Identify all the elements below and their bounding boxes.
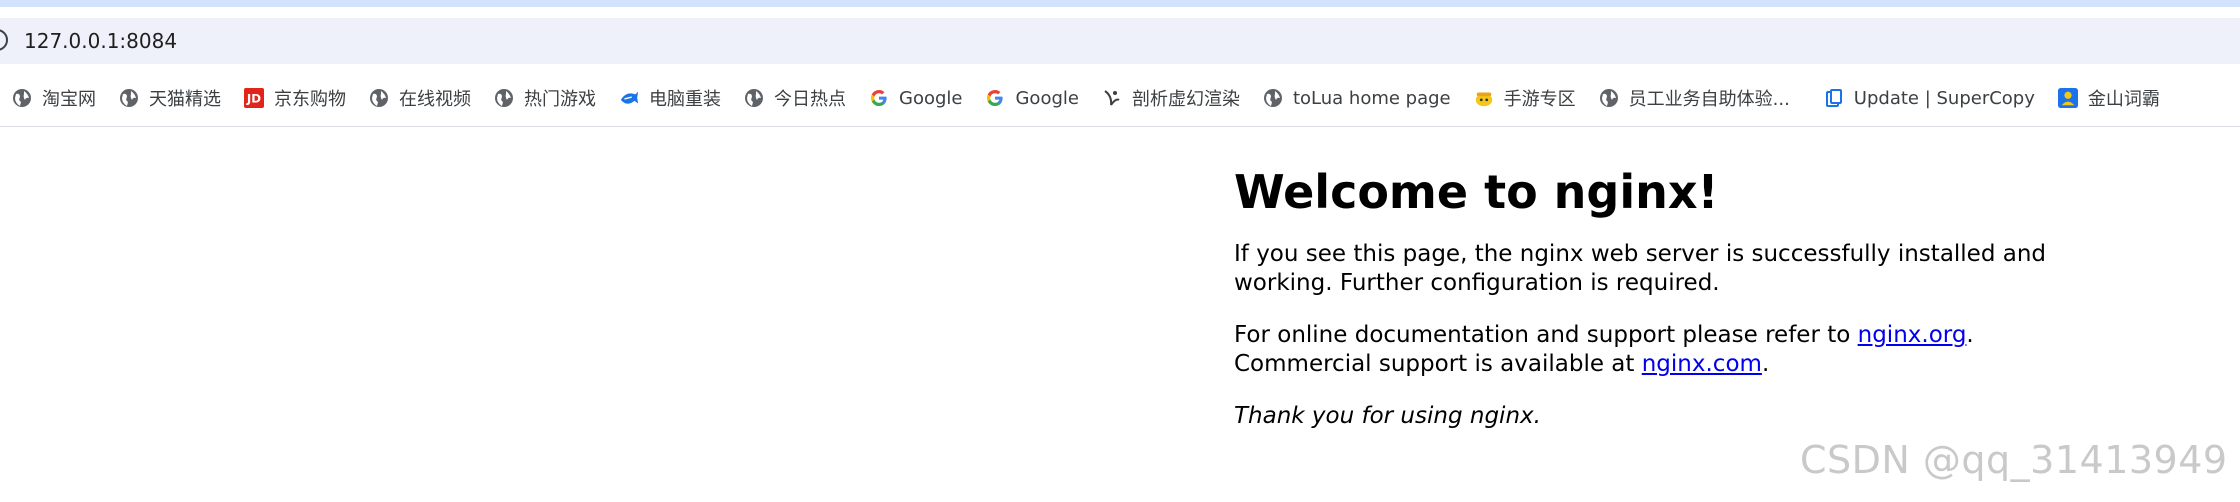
- globe-icon: [744, 88, 764, 108]
- document-icon: [1824, 88, 1844, 108]
- bookmark-google-1[interactable]: Google: [869, 78, 962, 118]
- mascot-icon: [1474, 88, 1494, 108]
- toolbar-divider: [0, 126, 2240, 127]
- bookmark-label: 在线视频: [399, 89, 471, 110]
- bookmark-tmall[interactable]: 天猫精选: [119, 78, 221, 118]
- commercial-period: .: [1761, 351, 1770, 377]
- globe-icon: [1599, 88, 1619, 108]
- thanks-paragraph: Thank you for using nginx.: [1234, 403, 1541, 429]
- fish-icon: [619, 88, 639, 108]
- page-content: Welcome to nginx! If you see this page, …: [1234, 158, 2234, 431]
- globe-icon: [119, 88, 139, 108]
- google-g-icon: [869, 88, 889, 108]
- bookmark-label: 今日热点: [774, 89, 846, 110]
- bookmark-unreal-rendering[interactable]: 剖析虚幻渲染: [1102, 78, 1240, 118]
- nginx-org-link[interactable]: nginx.org: [1858, 322, 1967, 348]
- commercial-text: Commercial support is available at: [1234, 351, 1642, 377]
- docs-period: .: [1966, 322, 1974, 348]
- globe-icon: [494, 88, 514, 108]
- bookmark-label: 电脑重装: [649, 89, 721, 110]
- bookmark-label: 天猫精选: [149, 89, 221, 110]
- globe-icon: [12, 88, 32, 108]
- bookmark-label: 京东购物: [274, 89, 346, 110]
- bookmark-label: 金山词霸: [2087, 89, 2160, 110]
- bookmarks-bar: 淘宝网 天猫精选 JD 京东购物 在线视频 热门游戏 电脑重装 今日热点 Goo…: [0, 78, 2240, 118]
- globe-icon: [369, 88, 389, 108]
- intro-paragraph: If you see this page, the nginx web serv…: [1234, 241, 2047, 296]
- page-title: Welcome to nginx!: [1234, 165, 1719, 219]
- browser-top-strip: [0, 0, 2240, 7]
- google-g-icon: [985, 88, 1005, 108]
- bookmark-label: Update | SuperCopy: [1853, 87, 2035, 109]
- bookmark-jd[interactable]: JD 京东购物: [244, 78, 346, 118]
- bookmark-taobao[interactable]: 淘宝网: [12, 78, 96, 118]
- bookmark-label: Google: [899, 87, 963, 109]
- url-text[interactable]: 127.0.0.1:8084: [24, 26, 177, 56]
- rocket-icon: [1102, 88, 1122, 108]
- bookmark-label: Google: [1015, 87, 1079, 109]
- bookmark-label: 员工业务自助体验...: [1628, 89, 1790, 110]
- bookmark-pc-reinstall[interactable]: 电脑重装: [619, 78, 721, 118]
- bookmark-label: toLua home page: [1292, 87, 1451, 109]
- site-info-icon[interactable]: [0, 29, 8, 51]
- bookmark-label: 剖析虚幻渲染: [1131, 89, 1240, 110]
- bookmark-today-hot[interactable]: 今日热点: [744, 78, 846, 118]
- bookmark-hot-games[interactable]: 热门游戏: [494, 78, 596, 118]
- docs-paragraph: For online documentation and support ple…: [1234, 321, 2234, 379]
- docs-text: For online documentation and support ple…: [1234, 322, 1858, 348]
- bookmark-online-video[interactable]: 在线视频: [369, 78, 471, 118]
- jd-logo-icon: JD: [244, 88, 264, 108]
- user-card-icon: [2057, 88, 2078, 108]
- csdn-watermark: CSDN @qq_31413949: [1800, 438, 2228, 482]
- bookmark-tolua[interactable]: toLua home page: [1263, 78, 1451, 118]
- bookmark-jinshan-ciba[interactable]: 金山词霸: [2057, 78, 2160, 118]
- svg-text:JD: JD: [246, 92, 261, 106]
- bookmark-label: 淘宝网: [42, 89, 96, 110]
- bookmark-supercopy[interactable]: Update | SuperCopy: [1824, 78, 2035, 118]
- globe-icon: [1263, 88, 1283, 108]
- bookmark-google-2[interactable]: Google: [985, 78, 1079, 118]
- nginx-com-link[interactable]: nginx.com: [1642, 351, 1762, 377]
- bookmark-label: 热门游戏: [524, 89, 596, 110]
- bookmark-mobile-games[interactable]: 手游专区: [1474, 78, 1576, 118]
- bookmark-label: 手游专区: [1503, 89, 1576, 110]
- address-bar[interactable]: 127.0.0.1:8084: [0, 18, 2240, 64]
- bookmark-employee-self-service[interactable]: 员工业务自助体验...: [1599, 78, 1790, 118]
